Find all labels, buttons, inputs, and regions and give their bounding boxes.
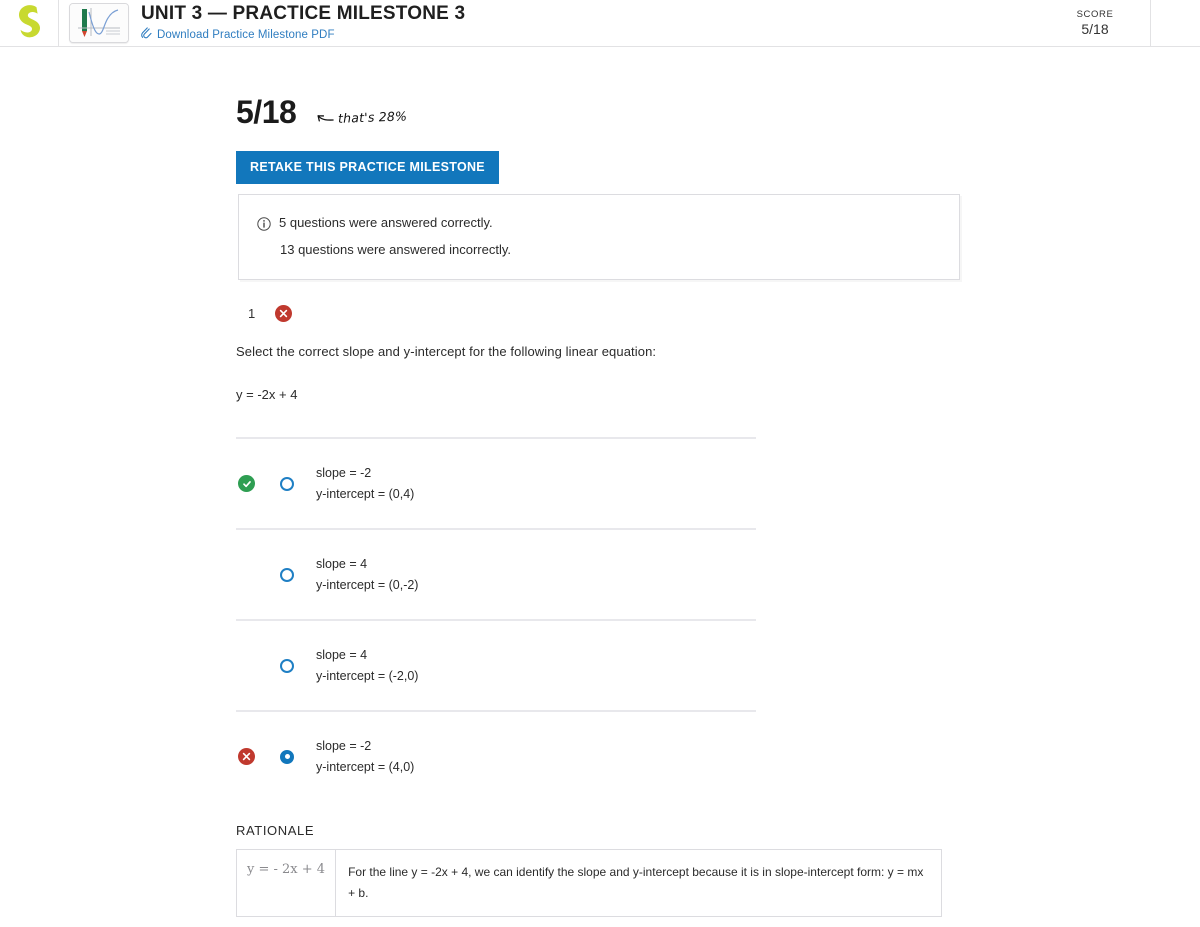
rationale-explanation-cell: For the line y = -2x + 4, we can identif… bbox=[348, 865, 924, 900]
info-circle-icon bbox=[257, 215, 271, 238]
header-score: SCORE 5/18 bbox=[1040, 0, 1151, 46]
summary-score-row: 5/18 that's 28% bbox=[236, 94, 408, 130]
option-line-1: slope = -2 bbox=[316, 465, 372, 480]
score-label: SCORE bbox=[1076, 9, 1114, 20]
score-annotation: that's 28% bbox=[316, 108, 408, 126]
correct-summary-line: 5 questions were answered correctly. bbox=[257, 211, 941, 238]
incorrect-count-text: 13 questions were answered incorrectly. bbox=[280, 242, 511, 257]
correct-check-icon bbox=[238, 475, 255, 492]
option-radio[interactable] bbox=[280, 567, 294, 582]
download-pdf-link[interactable]: Download Practice Milestone PDF bbox=[157, 29, 335, 41]
answer-option[interactable]: slope = 4 y-intercept = (-2,0) bbox=[236, 619, 756, 710]
option-label: slope = -2 y-intercept = (4,0) bbox=[316, 736, 414, 778]
rationale-equation-cell: y = - 2x + 4 bbox=[237, 850, 337, 916]
question-number: 1 bbox=[248, 306, 256, 321]
option-line-2: y-intercept = (0,4) bbox=[316, 486, 415, 501]
paperclip-icon bbox=[141, 26, 152, 44]
option-radio[interactable] bbox=[280, 476, 294, 491]
score-annotation-text: that's 28% bbox=[338, 108, 408, 126]
answer-option[interactable]: slope = -2 y-intercept = (0,4) bbox=[236, 437, 756, 528]
option-line-2: y-intercept = (0,-2) bbox=[316, 577, 419, 592]
option-radio[interactable] bbox=[280, 749, 294, 764]
option-label: slope = -2 y-intercept = (0,4) bbox=[316, 463, 414, 505]
option-line-1: slope = -2 bbox=[316, 738, 372, 753]
score-value: 5/18 bbox=[1081, 21, 1109, 37]
incorrect-x-icon bbox=[238, 748, 255, 765]
question-prompt: Select the correct slope and y-intercept… bbox=[236, 344, 657, 359]
retake-button[interactable]: RETAKE THIS PRACTICE MILESTONE bbox=[236, 151, 499, 184]
option-status-badge bbox=[238, 748, 264, 765]
option-label: slope = 4 y-intercept = (-2,0) bbox=[316, 645, 418, 687]
question-header: 1 bbox=[248, 305, 293, 322]
correct-count-text: 5 questions were answered correctly. bbox=[279, 215, 493, 230]
question-result-badge bbox=[275, 305, 293, 322]
option-line-1: slope = 4 bbox=[316, 647, 368, 662]
option-line-2: y-intercept = (-2,0) bbox=[316, 668, 419, 683]
logo-cell[interactable] bbox=[0, 0, 59, 46]
option-status-badge bbox=[238, 475, 264, 492]
answer-option[interactable]: slope = 4 y-intercept = (0,-2) bbox=[236, 528, 756, 619]
sophia-logo[interactable] bbox=[16, 4, 42, 43]
page-title: UNIT 3 — PRACTICE MILESTONE 3 bbox=[141, 2, 466, 24]
pdf-download-row[interactable]: Download Practice Milestone PDF bbox=[141, 26, 1040, 44]
course-thumbnail[interactable] bbox=[69, 3, 129, 43]
option-label: slope = 4 y-intercept = (0,-2) bbox=[316, 554, 418, 596]
incorrect-summary-line: 13 questions were answered incorrectly. bbox=[257, 238, 941, 261]
answer-option[interactable]: slope = -2 y-intercept = (4,0) bbox=[236, 710, 756, 801]
big-score: 5/18 bbox=[236, 94, 297, 130]
option-radio[interactable] bbox=[280, 658, 294, 673]
header-title-block: UNIT 3 — PRACTICE MILESTONE 3 Download P… bbox=[129, 0, 1040, 46]
answer-options-list: slope = -2 y-intercept = (0,4) slope = 4… bbox=[236, 437, 756, 801]
option-line-2: y-intercept = (4,0) bbox=[316, 759, 415, 774]
thumbnail-cell[interactable] bbox=[59, 0, 129, 46]
option-line-1: slope = 4 bbox=[316, 556, 368, 571]
left-arrow-icon bbox=[316, 111, 335, 127]
rationale-heading: RATIONALE bbox=[236, 823, 315, 838]
question-equation: y = -2x + 4 bbox=[236, 387, 298, 402]
rationale-table: y = - 2x + 4 For the line y = -2x + 4, w… bbox=[236, 849, 942, 917]
app-header: UNIT 3 — PRACTICE MILESTONE 3 Download P… bbox=[0, 0, 1200, 47]
results-summary-box: 5 questions were answered correctly. 13 … bbox=[238, 194, 960, 280]
